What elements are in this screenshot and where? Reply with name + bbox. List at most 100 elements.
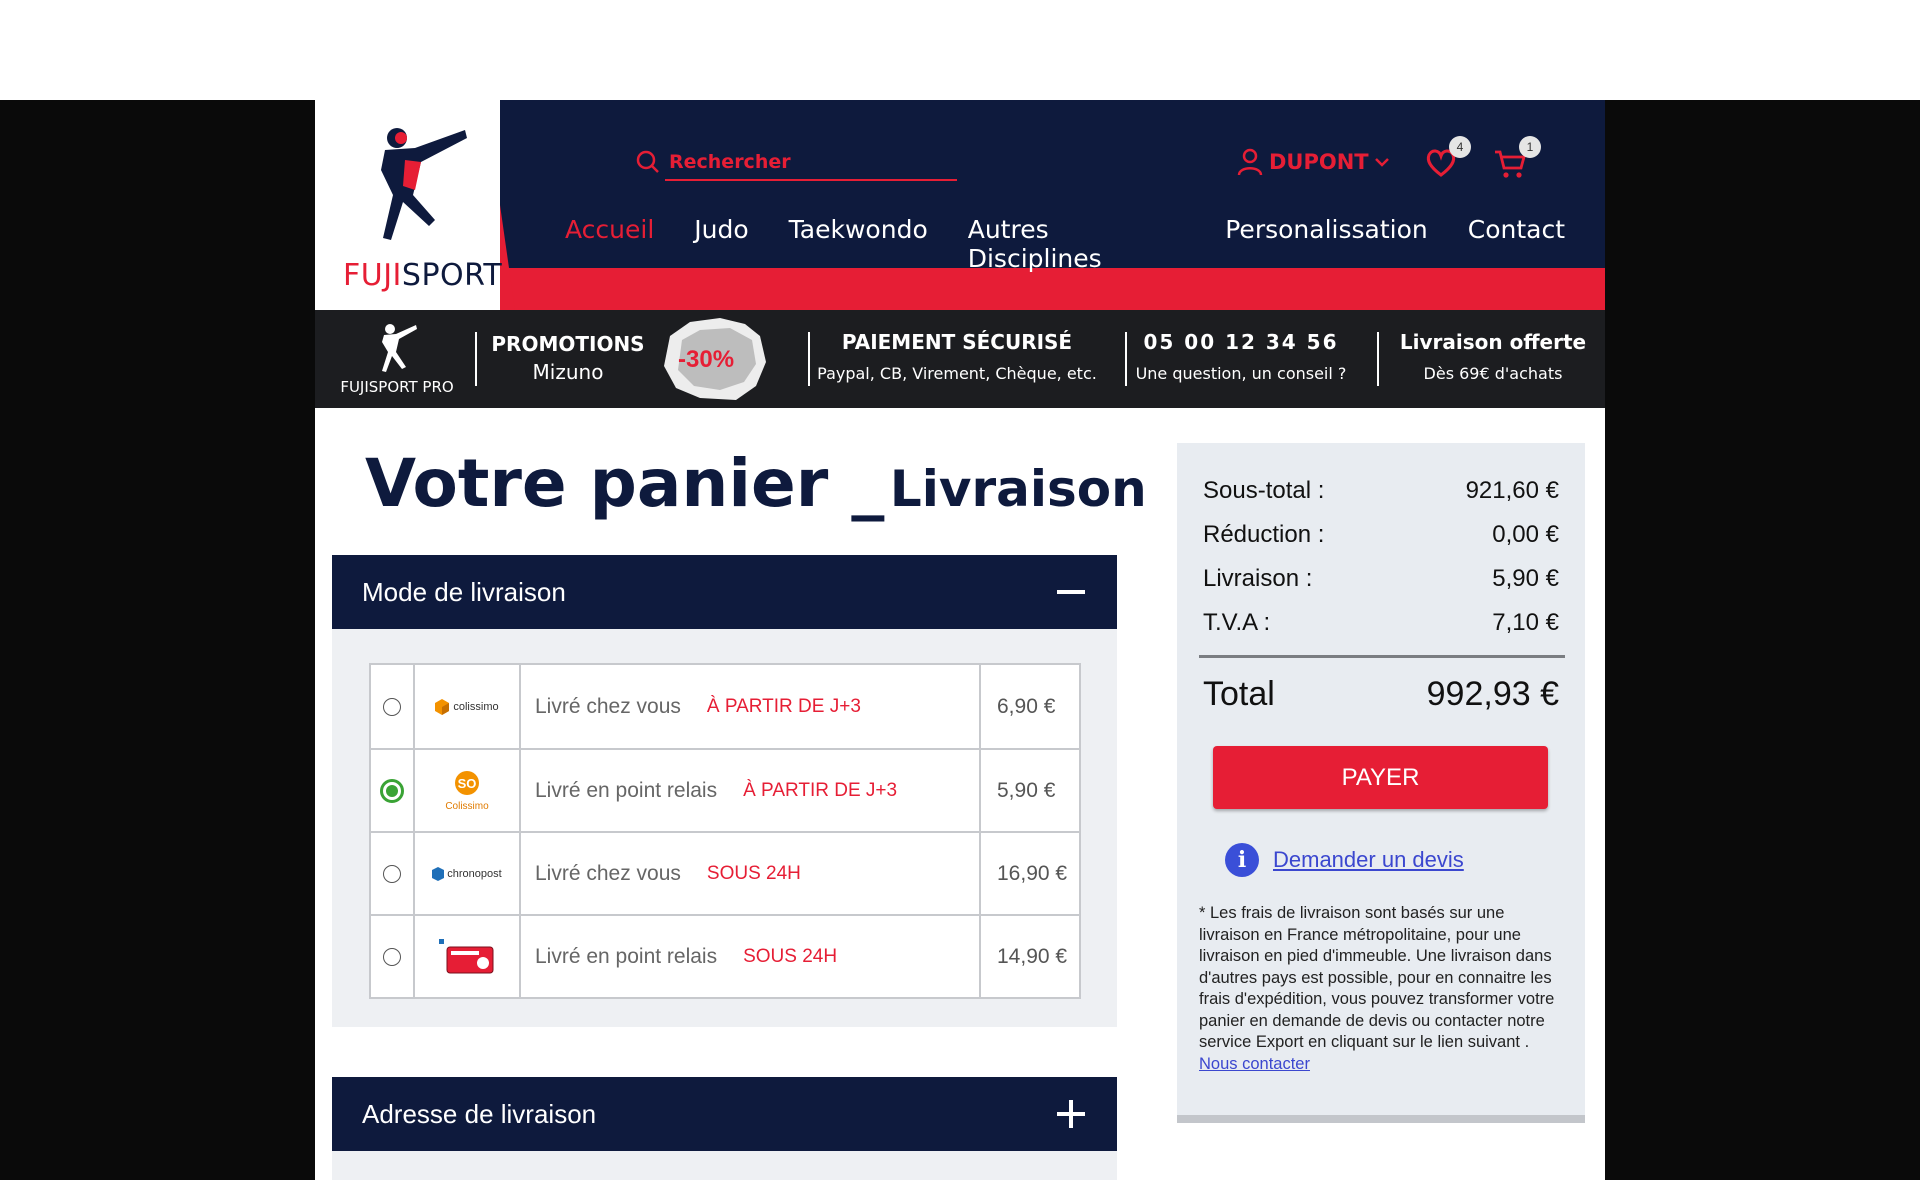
pay-button[interactable]: PAYER — [1213, 746, 1548, 809]
site-header: FUJISPORT DUPONT 4 — [315, 100, 1605, 310]
shipping-label: Livraison : — [1203, 565, 1313, 592]
nav-item-personalisation[interactable]: Personalissation — [1225, 215, 1427, 277]
account-menu[interactable]: DUPONT — [1237, 148, 1397, 176]
option-price: 6,90 € — [997, 694, 1056, 718]
chrono-relais-logo-icon — [439, 938, 494, 973]
info-icon: i — [1225, 843, 1259, 877]
left-backdrop — [0, 100, 315, 1180]
summary-divider — [1199, 655, 1565, 658]
nav-item-taekwondo[interactable]: Taekwondo — [789, 215, 928, 277]
top-blank-area — [0, 0, 1920, 100]
delivery-address-header[interactable]: Adresse de livraison — [332, 1077, 1117, 1151]
radio-cell — [371, 665, 415, 748]
brand-name: FUJISPORT — [343, 258, 503, 293]
wishlist-button[interactable]: 4 — [1425, 136, 1471, 183]
contact-us-link[interactable]: Nous contacter — [1199, 1055, 1310, 1073]
quote-request: i Demander un devis — [1225, 843, 1464, 877]
request-quote-link[interactable]: Demander un devis — [1273, 847, 1464, 873]
option-price: 14,90 € — [997, 944, 1068, 968]
radio-cell — [371, 750, 415, 831]
shipping-value: 5,90 € — [1492, 565, 1559, 592]
account-name: DUPONT — [1269, 150, 1369, 174]
plus-icon[interactable] — [1055, 1098, 1087, 1130]
phone-number: 05 00 12 34 56 — [1143, 330, 1339, 354]
subtotal-value: 921,60 € — [1465, 477, 1559, 504]
shipping-method-header[interactable]: Mode de livraison — [332, 555, 1117, 629]
shipping-options-table: colissimo Livré chez vous À PARTIR DE J+… — [369, 663, 1081, 999]
search-icon[interactable] — [635, 149, 661, 175]
promo-badge[interactable]: -30% — [660, 316, 768, 402]
nav-item-judo[interactable]: Judo — [694, 215, 748, 277]
info-bar: FUJISPORT PRO PROMOTIONS Mizuno -30% PAI… — [315, 310, 1605, 408]
delivery-title: Livraison offerte — [1399, 330, 1587, 354]
pro-fighter-icon — [382, 324, 417, 372]
nav-item-accueil[interactable]: Accueil — [565, 215, 655, 277]
vat-value: 7,10 € — [1492, 609, 1559, 636]
fighter-logo-icon — [381, 128, 467, 240]
option-description: Livré chez vous SOUS 24H — [521, 833, 981, 914]
nav-item-autres-disciplines[interactable]: Autres Disciplines — [968, 215, 1186, 277]
phone-info[interactable]: 05 00 12 34 56 Une question, un conseil … — [1127, 330, 1355, 383]
summary-vat-row: T.V.A : 7,10 € — [1203, 609, 1559, 637]
radio-button[interactable] — [383, 947, 401, 966]
search-input[interactable] — [669, 151, 949, 173]
summary-total-row: Total 992,93 € — [1203, 675, 1559, 714]
nav-item-contact[interactable]: Contact — [1468, 215, 1565, 277]
option-label: Livré en point relais — [535, 944, 718, 968]
right-backdrop — [1605, 100, 1920, 1180]
carrier-logo-colissimo: colissimo — [415, 665, 521, 748]
shipping-option-chronopost-relais[interactable]: Livré en point relais SOUS 24H 14,90 € — [371, 914, 1079, 997]
carrier-logo-chronopost-relais — [415, 916, 521, 997]
radio-cell — [371, 833, 415, 914]
shipping-note: * Les frais de livraison sont basés sur … — [1199, 903, 1565, 1075]
total-value: 992,93 € — [1426, 675, 1559, 713]
chevron-down-icon — [1374, 158, 1389, 167]
option-price: 16,90 € — [997, 861, 1068, 885]
vat-label: T.V.A : — [1203, 609, 1271, 636]
option-price: 5,90 € — [997, 778, 1056, 802]
cart-button[interactable]: 1 — [1493, 136, 1541, 185]
summary-subtotal-row: Sous-total : 921,60 € — [1203, 477, 1559, 505]
shipping-note-text: * Les frais de livraison sont basés sur … — [1199, 904, 1555, 1051]
logo[interactable]: FUJISPORT — [315, 100, 503, 310]
search-bar — [636, 145, 957, 181]
option-label: Livré chez vous — [535, 694, 681, 718]
page-title-main: Votre panier _ — [365, 445, 885, 522]
shipping-method-title: Mode de livraison — [362, 576, 566, 607]
user-icon — [1237, 148, 1263, 176]
radio-button[interactable] — [383, 697, 401, 716]
page-title-step: Livraison — [889, 460, 1147, 518]
wishlist-count-badge: 4 — [1449, 136, 1471, 158]
delivery-address-title: Adresse de livraison — [362, 1098, 597, 1129]
page: FUJISPORT DUPONT 4 — [315, 100, 1605, 1180]
summary-discount-row: Réduction : 0,00 € — [1203, 521, 1559, 549]
fujisport-pro-link[interactable]: FUJISPORT PRO — [337, 322, 457, 396]
total-label: Total — [1203, 675, 1275, 713]
promotions-link[interactable]: PROMOTIONS Mizuno — [483, 332, 653, 384]
option-description: Livré en point relais À PARTIR DE J+3 — [521, 750, 981, 831]
option-description: Livré en point relais SOUS 24H — [521, 916, 981, 997]
divider — [808, 332, 810, 386]
shipping-option-chronopost[interactable]: chronopost Livré chez vous SOUS 24H 16,9… — [371, 831, 1079, 914]
colissimo-box-icon — [435, 698, 450, 715]
radio-cell — [371, 916, 415, 997]
phone-subtitle: Une question, un conseil ? — [1135, 364, 1347, 383]
minus-icon[interactable] — [1055, 576, 1087, 608]
promo-subtitle: Mizuno — [532, 360, 604, 384]
divider — [475, 332, 477, 386]
shipping-option-so-colissimo[interactable]: SO Colissimo Livré en point relais À PAR… — [371, 748, 1079, 831]
subtotal-label: Sous-total : — [1203, 477, 1325, 504]
option-delay: À PARTIR DE J+3 — [743, 779, 898, 801]
option-delay: SOUS 24H — [743, 945, 838, 967]
carrier-logo-so-colissimo: SO Colissimo — [415, 750, 521, 831]
radio-button-selected[interactable] — [380, 778, 404, 803]
radio-button[interactable] — [383, 864, 401, 883]
payment-title: PAIEMENT SÉCURISÉ — [841, 330, 1073, 354]
so-colissimo-logo-icon: SO Colissimo — [445, 770, 489, 812]
svg-text:Colissimo: Colissimo — [445, 801, 489, 812]
secure-payment-info: PAIEMENT SÉCURISÉ Paypal, CB, Virement, … — [813, 330, 1101, 383]
carrier-name: colissimo — [453, 700, 499, 713]
shipping-option-colissimo[interactable]: colissimo Livré chez vous À PARTIR DE J+… — [371, 665, 1079, 748]
option-delay: À PARTIR DE J+3 — [706, 695, 861, 717]
chronopost-cube-icon — [432, 866, 445, 881]
